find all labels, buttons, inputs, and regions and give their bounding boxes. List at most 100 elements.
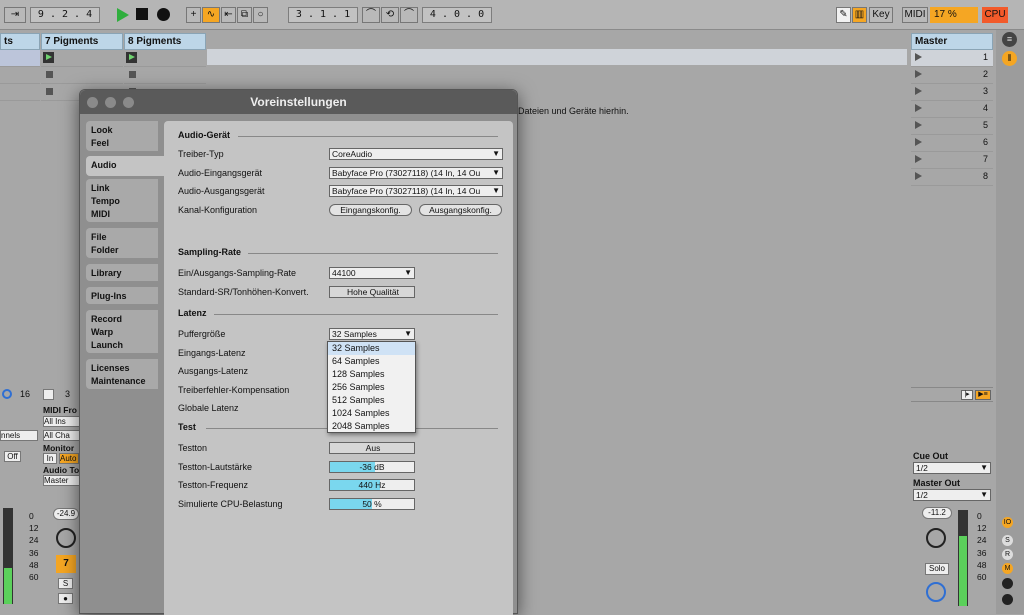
tab-link-tempo-midi[interactable]: Link Tempo MIDI xyxy=(86,179,158,222)
key-map-button[interactable]: Key xyxy=(869,7,893,23)
monitor-in-button[interactable]: In xyxy=(43,453,57,464)
clip-play-icon[interactable] xyxy=(43,52,54,63)
scene-play-icon[interactable] xyxy=(915,87,922,95)
scene-play-icon[interactable] xyxy=(915,53,922,61)
stop-all-clips-icon[interactable]: ▶≡ xyxy=(975,390,991,400)
track-activator[interactable] xyxy=(43,389,54,400)
cue-volume-knob-icon[interactable] xyxy=(926,582,946,602)
zoom-window-icon[interactable] xyxy=(123,97,134,108)
knob-icon[interactable] xyxy=(2,389,12,399)
channel-select[interactable]: nnels xyxy=(0,430,38,441)
loop-icon[interactable]: ⟲ xyxy=(381,7,399,23)
scene-launch[interactable]: 2 xyxy=(911,67,993,84)
tab-record-warp-launch[interactable]: Record Warp Launch xyxy=(86,310,158,353)
master-pan-knob-icon[interactable] xyxy=(926,528,946,548)
input-config-button[interactable]: Eingangskonfig. xyxy=(329,204,412,216)
test-tone-volume-slider[interactable]: -36 dB xyxy=(329,461,415,473)
arrangement-position[interactable]: 3 . 1 . 1 xyxy=(288,7,358,23)
record-button[interactable] xyxy=(157,8,170,21)
master-volume-display[interactable]: -11.2 xyxy=(922,507,952,519)
punch-in-icon[interactable]: ⌒ xyxy=(362,7,380,23)
solo-cue-button[interactable]: Solo xyxy=(925,563,949,575)
tab-library[interactable]: Library xyxy=(86,264,158,281)
time-signature-display[interactable]: 9 . 2 . 4 xyxy=(30,7,100,23)
back-to-arrangement-icon[interactable]: ⇤ xyxy=(221,7,236,23)
play-button[interactable] xyxy=(116,8,130,25)
crossfade-icon[interactable]: |▸ xyxy=(961,390,973,400)
clip-stop-icon[interactable] xyxy=(129,71,136,78)
scene-play-icon[interactable] xyxy=(915,121,922,129)
returns-toggle-icon[interactable]: R xyxy=(1002,549,1013,560)
midi-channel-select[interactable]: All Cha xyxy=(43,430,81,441)
output-config-button[interactable]: Ausgangskonfig. xyxy=(419,204,502,216)
sim-cpu-slider[interactable]: 50 % xyxy=(329,498,415,510)
master-out-select[interactable]: 1/2 ▼ xyxy=(913,489,991,501)
scene-play-icon[interactable] xyxy=(915,138,922,146)
scene-launch[interactable]: 3 xyxy=(911,84,993,101)
clip-slot[interactable] xyxy=(124,67,206,84)
scene-play-icon[interactable] xyxy=(915,70,922,78)
clip-stop-icon[interactable] xyxy=(46,88,53,95)
cue-out-select[interactable]: 1/2 ▼ xyxy=(913,462,991,474)
scene-play-icon[interactable] xyxy=(915,155,922,163)
scene-launch[interactable]: 8 xyxy=(911,169,993,186)
clip-slot[interactable] xyxy=(0,84,40,101)
dropdown-option[interactable]: 512 Samples xyxy=(328,394,415,407)
add-icon[interactable]: + xyxy=(186,7,201,23)
scene-play-icon[interactable] xyxy=(915,172,922,180)
arm-icon[interactable]: ● xyxy=(58,593,73,604)
input-device-select[interactable]: Babyface Pro (73027118) (14 In, 14 Ou ▼ xyxy=(329,167,503,179)
dropdown-option[interactable]: 256 Samples xyxy=(328,381,415,394)
clip-play-icon[interactable] xyxy=(126,52,137,63)
monitor-off-button[interactable]: Off xyxy=(4,451,21,462)
dropdown-option[interactable]: 64 Samples xyxy=(328,355,415,368)
master-header[interactable]: Master xyxy=(911,33,993,50)
loop-length-display[interactable]: 4 . 0 . 0 xyxy=(422,7,492,23)
scene-launch[interactable]: 1 xyxy=(911,50,993,67)
stop-button[interactable] xyxy=(136,8,148,20)
automation-arm-icon[interactable]: ∿ xyxy=(202,7,220,23)
track-volume-display[interactable]: -24.9 xyxy=(53,508,79,520)
draw-mode-icon[interactable]: ✎ xyxy=(836,7,851,23)
scene-launch[interactable]: 6 xyxy=(911,135,993,152)
scene-play-icon[interactable] xyxy=(915,104,922,112)
scene-launch[interactable]: 4 xyxy=(911,101,993,118)
test-tone-toggle[interactable]: Aus xyxy=(329,442,415,454)
clip-slot[interactable] xyxy=(41,50,123,67)
midi-map-button[interactable]: MIDI xyxy=(902,7,928,23)
track-activator-button[interactable]: 7 xyxy=(56,555,76,573)
midi-input-select[interactable]: All Ins xyxy=(43,416,81,427)
keyboard-icon[interactable]: ▥ xyxy=(852,7,867,23)
clip-slot[interactable] xyxy=(124,50,206,67)
solo-button[interactable]: S xyxy=(58,578,73,589)
minimize-window-icon[interactable] xyxy=(105,97,116,108)
default-src-button[interactable]: Hohe Qualität xyxy=(329,286,415,298)
punch-out-icon[interactable]: ⌒ xyxy=(400,7,418,23)
clip-slot[interactable] xyxy=(41,67,123,84)
clip-slot[interactable] xyxy=(0,67,40,84)
track-delay-toggle-icon[interactable] xyxy=(1002,578,1013,589)
tab-look-feel[interactable]: Look Feel xyxy=(86,121,158,151)
scene-launch[interactable]: 7 xyxy=(911,152,993,169)
track-header[interactable]: 7 Pigments xyxy=(41,33,123,50)
output-device-select[interactable]: Babyface Pro (73027118) (14 In, 14 Ou ▼ xyxy=(329,185,503,197)
tap-tempo-button[interactable]: ⇥ xyxy=(4,7,26,23)
dropdown-option[interactable]: 32 Samples xyxy=(328,342,415,355)
driver-type-select[interactable]: CoreAudio ▼ xyxy=(329,148,503,160)
io-sample-rate-select[interactable]: 44100 ▼ xyxy=(329,267,415,279)
crossfader-toggle-icon[interactable] xyxy=(1002,594,1013,605)
menu-icon[interactable]: ≡ xyxy=(1002,32,1017,47)
monitor-auto-button[interactable]: Auto xyxy=(59,453,79,464)
capture-icon[interactable]: ⧉ xyxy=(237,7,252,23)
test-tone-freq-slider[interactable]: 440 Hz xyxy=(329,479,415,491)
mixer-toggle-icon[interactable]: M xyxy=(1002,563,1013,574)
mixer-view-icon[interactable]: ⦀ xyxy=(1002,51,1017,66)
sends-toggle-icon[interactable]: S xyxy=(1002,535,1013,546)
tab-licenses-maintenance[interactable]: Licenses Maintenance xyxy=(86,359,158,389)
tab-audio[interactable]: Audio xyxy=(86,156,164,176)
track-header[interactable]: ts xyxy=(0,33,40,50)
clip-slot[interactable] xyxy=(0,50,40,67)
io-toggle-icon[interactable]: IO xyxy=(1002,517,1013,528)
dropdown-option[interactable]: 128 Samples xyxy=(328,368,415,381)
pan-knob-icon[interactable] xyxy=(56,528,76,548)
